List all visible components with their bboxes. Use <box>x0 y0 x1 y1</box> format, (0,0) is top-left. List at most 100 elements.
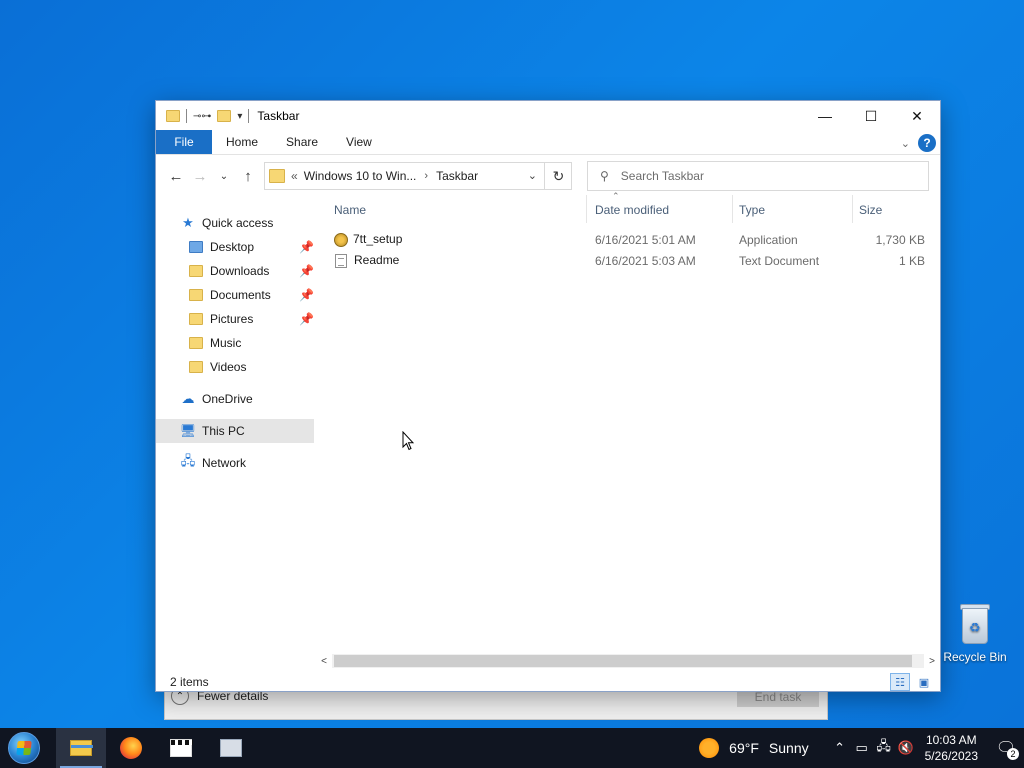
column-header-name[interactable]: Name <box>334 203 366 217</box>
sidebar-item-pictures[interactable]: Pictures 📌 <box>156 307 314 331</box>
taskbar-file-explorer[interactable] <box>56 728 106 768</box>
start-button[interactable] <box>0 728 48 768</box>
music-folder-icon <box>189 337 203 349</box>
recycle-bin-icon: ♻ <box>956 602 994 646</box>
up-arrow-icon[interactable]: ↑ <box>238 168 258 185</box>
chevron-right-icon[interactable]: › <box>424 170 428 182</box>
breadcrumb-parent[interactable]: Windows 10 to Win... <box>304 169 417 183</box>
pin-icon: 📌 <box>299 240 314 254</box>
help-icon[interactable]: ? <box>918 134 936 152</box>
item-count: 2 items <box>170 675 209 689</box>
sidebar-item-label: Music <box>210 336 242 350</box>
sidebar-item-label: Downloads <box>210 264 270 278</box>
type-cell: Application <box>739 232 798 247</box>
firefox-icon <box>120 737 142 759</box>
sidebar-item-music[interactable]: Music <box>156 331 314 355</box>
cloud-icon: ☁ <box>181 391 195 406</box>
scroll-track[interactable] <box>332 654 924 668</box>
taskbar-video-editor[interactable] <box>156 728 206 768</box>
sidebar-item-quick-access[interactable]: ★ Quick access <box>156 211 314 235</box>
horizontal-scrollbar[interactable]: < > <box>316 653 940 669</box>
tab-view[interactable]: View <box>332 130 386 154</box>
scroll-left-icon[interactable]: < <box>316 656 332 667</box>
breadcrumb-current[interactable]: Taskbar <box>436 169 478 183</box>
view-buttons: ☷ ▣ <box>890 673 934 691</box>
sidebar-item-network[interactable]: 🖧 Network <box>156 451 314 475</box>
expand-ribbon-icon[interactable]: ⌄ <box>901 137 910 150</box>
tab-share[interactable]: Share <box>272 130 332 154</box>
search-input[interactable] <box>620 169 901 183</box>
windows-orb-icon <box>8 732 40 764</box>
refresh-button[interactable]: ↻ <box>544 162 572 190</box>
size-cell: 1,730 KB <box>875 232 925 247</box>
properties-icon[interactable]: ⊸⊶ <box>193 111 211 122</box>
recent-locations-icon[interactable]: ⌄ <box>214 171 234 182</box>
address-bar[interactable]: « Windows 10 to Win... › Taskbar ⌄ <box>264 162 572 190</box>
tab-home[interactable]: Home <box>212 130 272 154</box>
sun-icon[interactable] <box>699 738 720 758</box>
details-view-icon[interactable]: ☷ <box>890 673 910 691</box>
sidebar-item-downloads[interactable]: Downloads 📌 <box>156 259 314 283</box>
show-hidden-icons-icon[interactable]: ⌃ <box>829 740 851 756</box>
mouse-cursor-icon <box>402 431 414 451</box>
sidebar-item-desktop[interactable]: Desktop 📌 <box>156 235 314 259</box>
action-center-button[interactable]: 🗨 2 <box>988 728 1024 768</box>
new-folder-icon[interactable] <box>217 110 232 122</box>
file-explorer-window: ⊸⊶ ▾ Taskbar — ☐ ✕ File Home Share View … <box>155 100 941 692</box>
customize-toolbar-icon[interactable]: ▾ <box>237 111 242 122</box>
clock[interactable]: 10:03 AM 5/26/2023 <box>925 732 978 764</box>
separator <box>248 109 250 123</box>
column-header-size[interactable]: Size <box>859 203 882 217</box>
pin-icon: 📌 <box>299 264 314 278</box>
file-name-cell: Readme <box>335 253 399 268</box>
network-icon: 🖧 <box>180 453 196 468</box>
star-icon: ★ <box>182 215 194 230</box>
weather-description[interactable]: Sunny <box>769 740 809 756</box>
forward-arrow-icon[interactable]: → <box>190 168 210 185</box>
large-icons-view-icon[interactable]: ▣ <box>914 673 934 691</box>
window-title: Taskbar <box>257 109 300 123</box>
address-dropdown-icon[interactable]: ⌄ <box>528 169 537 182</box>
desktop-display-icon[interactable]: ▭ <box>851 740 873 756</box>
sidebar-item-this-pc[interactable]: 🖥 This PC <box>156 419 314 443</box>
sidebar-item-onedrive[interactable]: ☁ OneDrive <box>156 387 314 411</box>
sidebar-item-documents[interactable]: Documents 📌 <box>156 283 314 307</box>
title-bar: ⊸⊶ ▾ Taskbar — ☐ ✕ <box>156 101 940 131</box>
search-box[interactable]: ⚲ <box>587 161 929 191</box>
installer-app-icon <box>334 232 348 247</box>
scroll-right-icon[interactable]: > <box>924 656 940 667</box>
network-status-icon[interactable]: 🖧 <box>873 737 895 759</box>
file-name: 7tt_setup <box>353 232 403 247</box>
address-overflow[interactable]: « <box>291 169 298 183</box>
clock-time: 10:03 AM <box>925 733 977 747</box>
table-row[interactable]: Readme 6/16/2021 5:03 AM Text Document 1… <box>316 250 936 271</box>
weather-temperature[interactable]: 69°F <box>729 740 759 756</box>
pictures-folder-icon <box>189 313 203 325</box>
sidebar-item-label: OneDrive <box>202 392 253 406</box>
scroll-thumb[interactable] <box>334 655 912 667</box>
table-row[interactable]: 7tt_setup 6/16/2021 5:01 AM Application … <box>316 229 936 250</box>
maximize-button[interactable]: ☐ <box>848 101 894 131</box>
volume-muted-icon[interactable]: 🔇 <box>895 740 917 756</box>
column-divider[interactable] <box>852 195 853 223</box>
recycle-bin-label: Recycle Bin <box>943 650 1007 664</box>
file-name: Readme <box>354 253 400 268</box>
column-header-date[interactable]: Date modified <box>595 203 669 217</box>
minimize-button[interactable]: — <box>802 101 848 131</box>
quick-access-toolbar: ⊸⊶ ▾ <box>156 109 250 123</box>
taskbar-task-manager[interactable] <box>206 728 256 768</box>
column-header-type[interactable]: Type <box>739 203 765 217</box>
sidebar-item-videos[interactable]: Videos <box>156 355 314 379</box>
column-divider[interactable] <box>586 195 587 223</box>
videos-folder-icon <box>189 361 203 373</box>
navigation-pane: ★ Quick access Desktop 📌 Downloads 📌 Doc… <box>156 211 314 475</box>
back-arrow-icon[interactable]: ← <box>166 168 186 185</box>
taskbar-firefox[interactable] <box>106 728 156 768</box>
tab-file[interactable]: File <box>156 130 212 154</box>
window-controls: — ☐ ✕ <box>802 101 940 131</box>
recycle-bin-desktop-icon[interactable]: ♻ Recycle Bin <box>942 602 1008 664</box>
close-button[interactable]: ✕ <box>894 101 940 131</box>
notification-badge: 2 <box>1007 748 1019 760</box>
column-divider[interactable] <box>732 195 733 223</box>
